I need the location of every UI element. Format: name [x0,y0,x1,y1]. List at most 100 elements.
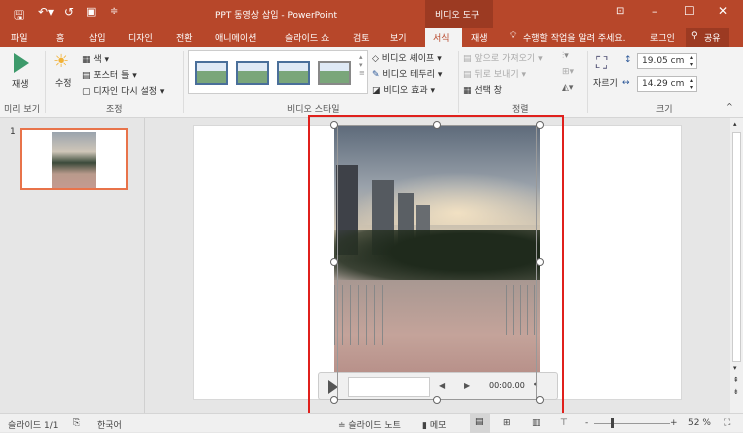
reset-design-button[interactable]: ▢ 디자인 다시 설정 ▾ [82,84,164,97]
zoom-slider[interactable] [594,423,670,424]
tab-playback[interactable]: 재생 [471,31,488,44]
zoom-out-button[interactable]: - [585,418,588,428]
ribbon: 재생 미리 보기 ☀ 수정 ▦ 색 ▾ ▤ 포스터 틀 ▾ ▢ 디자인 다시 설… [0,47,743,118]
scroll-thumb[interactable] [732,132,741,362]
tab-file[interactable]: 파일 [11,31,28,44]
present-icon[interactable]: ▣ [86,5,96,18]
reading-view-icon[interactable]: ▥ [532,418,541,428]
selection-pane-button[interactable]: ▦ 선택 창 [463,83,502,96]
group-icon[interactable]: ⊞▾ [562,67,574,77]
resize-handle[interactable] [536,396,544,404]
width-value: 14.29 cm [642,79,685,89]
style-thumb[interactable] [277,61,310,85]
crop-button[interactable]: 자르기 [593,76,618,89]
resize-handle[interactable] [330,396,338,404]
slide-sorter-icon[interactable]: ⊞ [503,418,511,428]
minimize-icon[interactable]: – [652,5,658,18]
video-styles-gallery[interactable]: ▴ ▾ ≡ [188,50,368,94]
tab-view[interactable]: 보기 [390,31,407,44]
person-icon: ⚲ [691,31,698,41]
tab-design[interactable]: 디자인 [128,31,153,44]
style-thumb[interactable] [236,61,269,85]
tab-format[interactable]: 서식 [425,28,462,47]
resize-handle[interactable] [330,121,338,129]
tab-transitions[interactable]: 전환 [176,31,193,44]
resize-handle[interactable] [433,121,441,129]
slide-count: 슬라이드 1/1 [8,421,59,431]
comments-button[interactable]: ▮ 메모 [422,418,446,431]
video-effects-button[interactable]: ◪ 비디오 효과 ▾ [372,83,435,96]
poster-frame-button[interactable]: ▤ 포스터 틀 ▾ [82,68,137,81]
color-button[interactable]: ▦ 색 ▾ [82,52,109,65]
comments-label: 메모 [429,421,447,431]
tab-insert[interactable]: 삽입 [89,31,106,44]
resize-handle[interactable] [536,121,544,129]
scroll-up-icon[interactable]: ▴ [733,120,737,128]
zoom-in-button[interactable]: + [670,418,678,428]
rotate-icon[interactable]: ◭▾ [562,83,573,93]
group-label-arrange: 정렬 [512,105,529,115]
gallery-scroll-icon[interactable]: ▴ ▾ ≡ [359,53,365,77]
selection-label: 선택 창 [474,86,503,96]
status-bar: 슬라이드 1/1 ⎘ 한국어 ≐ 슬라이드 노트 ▮ 메모 ▤ ⊞ ▥ ⊤ - … [0,413,743,433]
corrections-button[interactable]: 수정 [55,76,72,89]
height-icon: ↕ [624,55,632,65]
video-shape-button[interactable]: ◇ 비디오 셰이프 ▾ [372,51,442,64]
resize-handle[interactable] [433,396,441,404]
align-icon[interactable]: ⫶▾ [562,51,569,61]
language[interactable]: 한국어 [97,418,122,431]
tell-me-input[interactable]: 수행할 작업을 알려 주세요. [523,31,626,44]
height-input[interactable]: 19.05 cm ▴ ▾ [637,53,697,69]
share-label: 공유 [704,34,721,44]
poster-label: 포스터 틀 [93,71,130,81]
title-bar: 🖫 ↶▾ ↺ ▣ ≑ PPT 동영상 삽입 - PowerPoint 비디오 도… [0,0,743,47]
window-title: PPT 동영상 삽입 - PowerPoint [215,11,338,21]
previous-slide-icon[interactable]: ⇞ [733,376,739,384]
redo-icon[interactable]: ↺ [64,5,74,19]
close-icon[interactable]: ✕ [718,4,728,18]
vertical-scrollbar[interactable]: ▴ ▾ ⇞ ⇟ [730,118,743,413]
normal-view-button[interactable]: ▤ [470,414,490,433]
next-slide-icon[interactable]: ⇟ [733,388,739,396]
backward-label: 뒤로 보내기 [474,70,519,80]
maximize-icon[interactable]: ☐ [684,4,695,18]
slide-thumbnail[interactable] [20,128,128,190]
notes-button[interactable]: ≐ 슬라이드 노트 [338,418,401,431]
lightbulb-icon: 💡︎ [510,31,517,41]
undo-icon[interactable]: ↶▾ [38,5,54,19]
send-backward-button[interactable]: ▤ 뒤로 보내기 ▾ [463,67,526,80]
share-button[interactable]: ⚲ 공유 [686,28,729,47]
zoom-slider-thumb[interactable] [611,418,614,428]
fit-slide-icon[interactable]: ⛶ [724,418,730,428]
save-icon[interactable]: 🖫 [14,6,24,27]
tab-slideshow[interactable]: 슬라이드 쇼 [285,31,329,44]
sun-icon: ☀ [53,51,70,72]
customize-icon[interactable]: ≑ [110,6,118,17]
play-icon[interactable] [14,53,29,73]
collapse-ribbon-icon[interactable]: ^ [726,102,733,111]
scroll-down-icon[interactable]: ▾ [733,364,737,372]
ribbon-display-icon[interactable]: ⊡ [616,6,624,17]
slideshow-icon[interactable]: ⊤ [560,418,568,428]
width-icon: ↔ [622,78,630,88]
reset-label: 디자인 다시 설정 [93,87,158,97]
tab-home[interactable]: 홈 [56,31,64,44]
width-input[interactable]: 14.29 cm ▴ ▾ [637,76,697,92]
spellcheck-icon[interactable]: ⎘ [73,418,80,428]
play-button[interactable]: 재생 [12,77,29,90]
sign-in-link[interactable]: 로그인 [650,31,675,44]
selection-box [337,125,537,400]
effects-label: 비디오 효과 [383,86,428,96]
normal-view-icon: ▤ [475,417,484,427]
bring-forward-button[interactable]: ▤ 앞으로 가져오기 ▾ [463,51,543,64]
style-thumb[interactable] [318,61,351,85]
resize-handle[interactable] [536,258,544,266]
resize-handle[interactable] [330,258,338,266]
style-thumb[interactable] [195,61,228,85]
video-border-button[interactable]: ✎ 비디오 테두리 ▾ [372,67,442,80]
tab-review[interactable]: 검토 [353,31,370,44]
tab-animations[interactable]: 애니메이션 [215,31,256,44]
zoom-level[interactable]: 52 % [688,418,711,428]
group-label-preview: 미리 보기 [4,105,40,115]
border-label: 비디오 테두리 [382,70,435,80]
